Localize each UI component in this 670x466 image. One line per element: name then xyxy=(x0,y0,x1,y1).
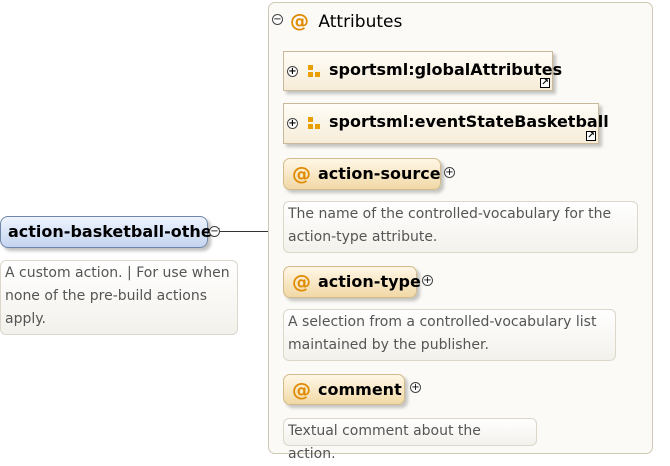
attributes-collapse-toggle[interactable]: − xyxy=(272,14,283,25)
expand-toggle[interactable]: + xyxy=(444,167,455,178)
attribute-documentation: Textual comment about the action. xyxy=(283,418,537,462)
expand-toggle[interactable]: + xyxy=(410,382,421,393)
attribute-label: comment xyxy=(318,380,402,399)
expand-toggle[interactable]: + xyxy=(422,275,433,286)
root-element[interactable]: action-basketball-other xyxy=(0,216,220,248)
shortcut-arrow-icon[interactable]: ↗ xyxy=(586,131,596,141)
attributes-group-title: Attributes xyxy=(318,12,403,32)
attribute-documentation: A selection from a controlled-vocabulary… xyxy=(283,309,616,361)
attribute-action-source[interactable]: @ action-source xyxy=(283,158,441,190)
attribute-action-type[interactable]: @ action-type xyxy=(283,266,421,298)
root-element-label: action-basketball-other xyxy=(8,222,220,241)
root-documentation-text: A custom action. | For use when none of … xyxy=(5,265,230,327)
attribute-label: action-source xyxy=(318,164,441,183)
attribute-icon: @ xyxy=(290,10,309,32)
root-collapse-toggle[interactable]: − xyxy=(209,226,220,237)
shortcut-arrow-icon[interactable]: ↗ xyxy=(540,78,550,88)
attribute-icon: @ xyxy=(292,271,311,293)
attribute-icon: @ xyxy=(292,163,311,185)
attribute-group-ref-label: sportsml:eventStateBasketball xyxy=(329,112,609,131)
attribute-documentation: The name of the controlled-vocabulary fo… xyxy=(283,201,638,253)
connector-line xyxy=(220,231,268,232)
attribute-group-ref[interactable]: + sportsml:globalAttributes ↗ xyxy=(283,51,562,91)
attribute-group-ref-label: sportsml:globalAttributes xyxy=(329,60,563,79)
attribute-group-ref[interactable]: + sportsml:eventStateBasketball ↗ xyxy=(283,103,609,144)
attribute-label: action-type xyxy=(318,272,421,291)
attribute-comment[interactable]: @ comment xyxy=(283,374,405,405)
expand-toggle[interactable]: + xyxy=(287,66,298,77)
expand-toggle[interactable]: + xyxy=(287,118,298,129)
root-documentation: A custom action. | For use when none of … xyxy=(0,260,238,335)
attributes-group-header: @ Attributes xyxy=(290,11,402,32)
attribute-icon: @ xyxy=(292,379,311,401)
